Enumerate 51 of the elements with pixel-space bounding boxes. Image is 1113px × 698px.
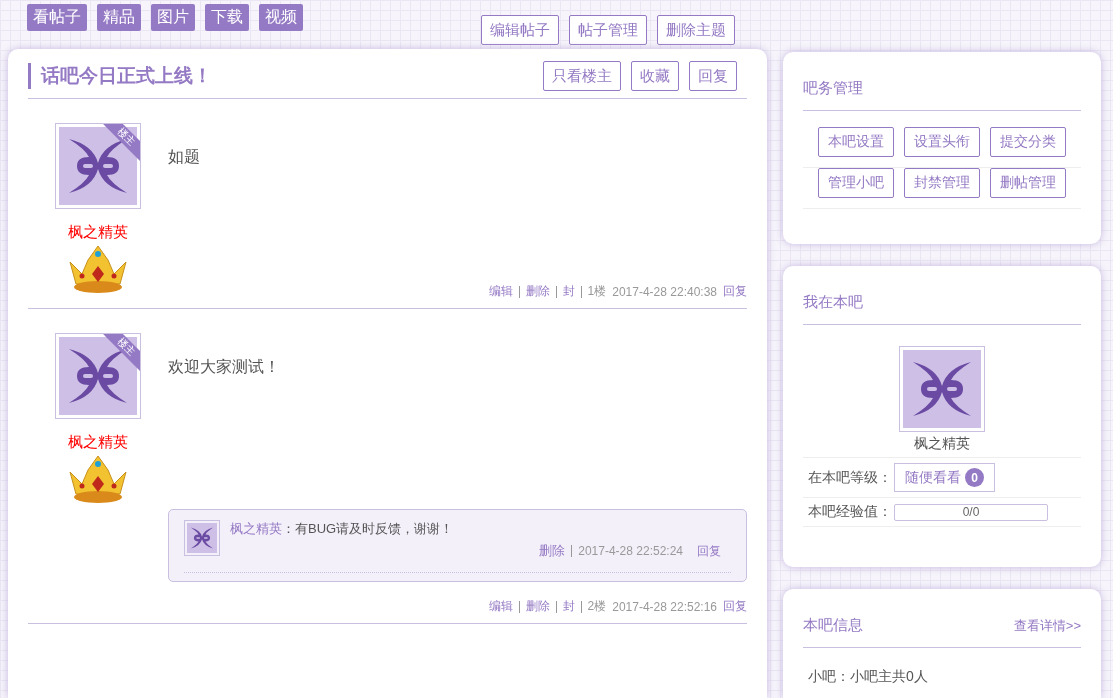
exp-label: 本吧经验值：: [808, 503, 892, 522]
reply-time: 2017-4-28 22:52:24: [578, 544, 683, 558]
reply-link[interactable]: 回复: [723, 598, 747, 615]
author-name[interactable]: 枫之精英: [68, 223, 128, 242]
admin-button[interactable]: 提交分类: [990, 127, 1066, 157]
delete-link[interactable]: 删除: [539, 542, 566, 560]
crown-icon: [66, 244, 130, 294]
thread-action-button[interactable]: 收藏: [631, 61, 679, 91]
nav-tab[interactable]: 看帖子: [27, 4, 87, 31]
reply-text: 枫之精英：有BUG请及时反馈，谢谢！: [230, 520, 455, 538]
exp-reading: 0/0: [962, 505, 980, 520]
delete-link[interactable]: 删除: [525, 598, 550, 615]
username: 枫之精英: [914, 434, 970, 454]
ban-link[interactable]: 封: [562, 283, 575, 300]
post-content: 欢迎大家测试！: [168, 357, 281, 377]
nav-tab[interactable]: 精品: [97, 4, 141, 31]
author-name[interactable]: 枫之精英: [68, 433, 128, 452]
info-line: 小吧：小吧主共0人: [808, 668, 928, 685]
admin-button[interactable]: 封禁管理: [904, 168, 980, 198]
thread-action-button[interactable]: 回复: [689, 61, 737, 91]
reply-link[interactable]: 回复: [697, 542, 721, 560]
reply-link[interactable]: 回复: [723, 283, 747, 300]
admin-button[interactable]: 删帖管理: [990, 168, 1066, 198]
nav-tab[interactable]: 下载: [205, 4, 249, 31]
panel-title: 本吧信息: [803, 616, 863, 636]
post-content: 如题: [168, 147, 201, 167]
nav-tab[interactable]: 图片: [151, 4, 195, 31]
admin-button[interactable]: 管理小吧: [818, 168, 894, 198]
thread-title: 话吧今日正式上线！: [28, 63, 212, 89]
thread-action-button[interactable]: 帖子管理: [569, 15, 647, 45]
details-link[interactable]: 查看详情>>: [1013, 616, 1081, 635]
admin-button[interactable]: 设置头衔: [904, 127, 980, 157]
thread-action-button[interactable]: 删除主题: [657, 15, 735, 45]
thread-action-button[interactable]: 编辑帖子: [481, 15, 559, 45]
crown-icon: [66, 454, 130, 504]
thread-action-button[interactable]: 只看楼主: [543, 61, 621, 91]
floor-number: 2楼: [587, 598, 607, 615]
ban-link[interactable]: 封: [562, 598, 575, 615]
post-time: 2017-4-28 22:40:38: [612, 284, 717, 299]
admin-button[interactable]: 本吧设置: [818, 127, 894, 157]
level-label: 在本吧等级：: [808, 468, 892, 487]
level-badge: 随便看看 0: [894, 463, 995, 493]
nav-tab[interactable]: 视频: [259, 4, 303, 31]
panel-title: 吧务管理: [803, 79, 863, 98]
panel-title: 我在本吧: [803, 293, 863, 313]
delete-link[interactable]: 删除: [525, 283, 550, 300]
edit-link[interactable]: 编辑: [488, 283, 513, 300]
edit-link[interactable]: 编辑: [488, 598, 513, 615]
author-link[interactable]: 枫之精英: [230, 521, 282, 536]
post-time: 2017-4-28 22:52:16: [612, 599, 717, 614]
floor-number: 1楼: [587, 283, 607, 300]
